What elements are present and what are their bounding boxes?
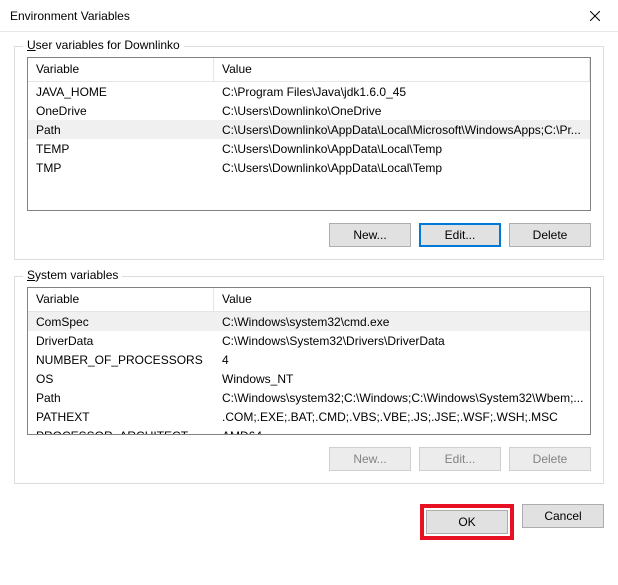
column-header-variable[interactable]: Variable <box>28 58 214 81</box>
table-row[interactable]: PROCESSOR_ARCHITECTURE AMD64 <box>28 426 591 435</box>
table-row[interactable]: Path C:\Users\Downlinko\AppData\Local\Mi… <box>28 120 590 139</box>
ok-button[interactable]: OK <box>426 510 508 534</box>
new-user-var-button[interactable]: New... <box>329 223 411 247</box>
close-icon <box>590 11 600 21</box>
system-variables-legend: System variables <box>23 268 122 282</box>
close-button[interactable] <box>572 0 618 32</box>
table-row[interactable]: OneDrive C:\Users\Downlinko\OneDrive <box>28 101 590 120</box>
table-row[interactable]: PATHEXT .COM;.EXE;.BAT;.CMD;.VBS;.VBE;.J… <box>28 407 591 426</box>
delete-system-var-button: Delete <box>509 447 591 471</box>
edit-user-var-button[interactable]: Edit... <box>419 223 501 247</box>
delete-user-var-button[interactable]: Delete <box>509 223 591 247</box>
window-title: Environment Variables <box>10 9 130 23</box>
table-row[interactable]: TEMP C:\Users\Downlinko\AppData\Local\Te… <box>28 139 590 158</box>
table-row[interactable]: Path C:\Windows\system32;C:\Windows;C:\W… <box>28 388 591 407</box>
cancel-button[interactable]: Cancel <box>522 504 604 528</box>
table-row[interactable]: NUMBER_OF_PROCESSORS 4 <box>28 350 591 369</box>
table-row[interactable]: JAVA_HOME C:\Program Files\Java\jdk1.6.0… <box>28 82 590 101</box>
table-row[interactable]: DriverData C:\Windows\System32\Drivers\D… <box>28 331 591 350</box>
user-variables-legend: User variables for Downlinko <box>23 38 184 52</box>
column-header-value[interactable]: Value <box>214 58 590 81</box>
column-header-value[interactable]: Value <box>214 288 591 311</box>
table-row[interactable]: ComSpec C:\Windows\system32\cmd.exe <box>28 312 591 331</box>
column-header-variable[interactable]: Variable <box>28 288 214 311</box>
system-variables-table[interactable]: Variable Value ComSpec C:\Windows\system… <box>27 287 591 435</box>
user-variables-group: User variables for Downlinko Variable Va… <box>14 46 604 260</box>
ok-highlight: OK <box>420 504 514 540</box>
table-row[interactable]: OS Windows_NT <box>28 369 591 388</box>
table-header: Variable Value <box>28 288 591 312</box>
table-row[interactable]: TMP C:\Users\Downlinko\AppData\Local\Tem… <box>28 158 590 177</box>
edit-system-var-button: Edit... <box>419 447 501 471</box>
titlebar: Environment Variables <box>0 0 618 32</box>
new-system-var-button: New... <box>329 447 411 471</box>
user-variables-table[interactable]: Variable Value JAVA_HOME C:\Program File… <box>27 57 591 211</box>
table-header: Variable Value <box>28 58 590 82</box>
system-variables-group: System variables Variable Value ComSpec … <box>14 276 604 484</box>
